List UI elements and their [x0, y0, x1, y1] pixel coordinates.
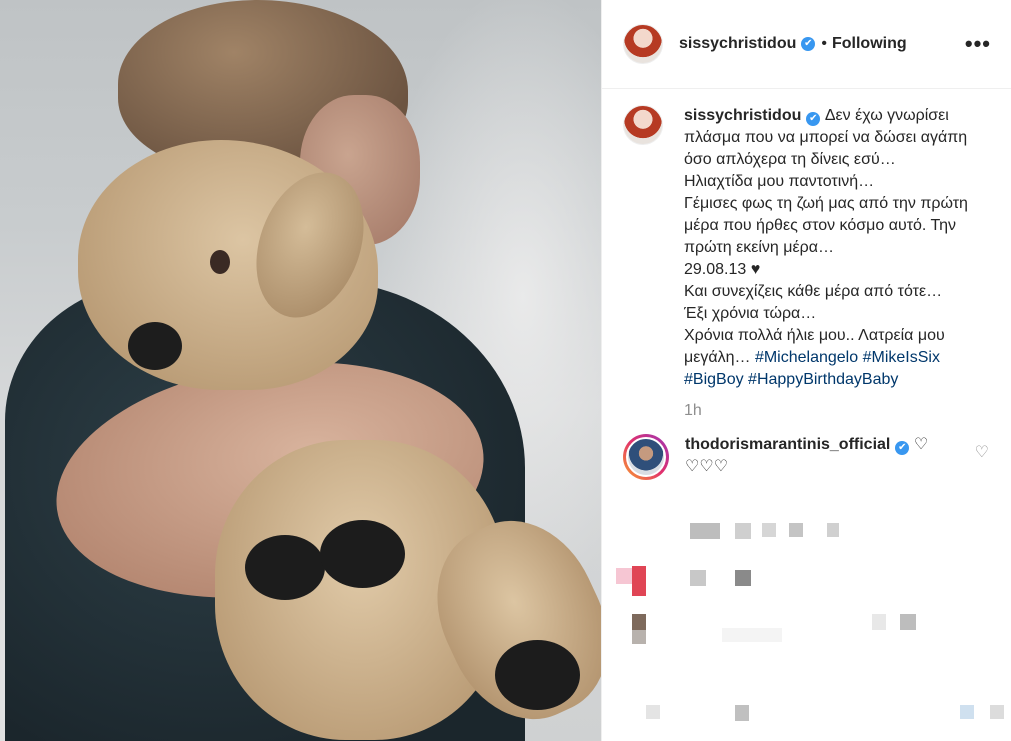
commenter-username[interactable]: thodorismarantinis_official: [685, 436, 890, 453]
pixel-block: [990, 705, 1004, 719]
pixel-block: [632, 566, 646, 596]
caption-line: Έξι χρόνια τώρα…: [684, 305, 817, 322]
post-image[interactable]: [0, 0, 601, 741]
comment-body: ♡: [913, 436, 929, 453]
bear-eye: [210, 250, 230, 274]
verified-icon: ✔: [806, 112, 821, 126]
pixel-block: [735, 705, 749, 721]
verified-icon: ✔: [895, 441, 910, 455]
commenter-avatar[interactable]: [623, 434, 669, 480]
pixel-block: [827, 523, 839, 537]
pixel-block: [646, 705, 660, 719]
pixel-block: [690, 523, 720, 539]
hashtag-link[interactable]: #HappyBirthdayBaby: [748, 371, 898, 388]
pixel-block: [616, 568, 632, 584]
post-header: sissychristidou ✔ • Following •••: [602, 0, 1011, 89]
bear-paw: [495, 640, 580, 710]
author-username[interactable]: sissychristidou: [679, 35, 796, 53]
caption-text: sissychristidou ✔ Δεν έχω γνωρίσει πλάσμα…: [684, 105, 984, 391]
hashtag-link[interactable]: #MikeIsSix: [863, 349, 940, 366]
post-timestamp[interactable]: 1h: [684, 402, 1011, 420]
comment-item: thodorismarantinis_official ✔ ♡ ♡♡♡ ♡: [602, 420, 1011, 480]
bear-nose: [128, 322, 182, 370]
pixel-block: [690, 570, 706, 586]
pixel-block: [632, 614, 646, 630]
caption-avatar[interactable]: [623, 105, 663, 145]
post-side-panel: sissychristidou ✔ • Following ••• sissyc…: [601, 0, 1011, 741]
author-avatar[interactable]: [623, 24, 663, 64]
pixel-block: [735, 570, 751, 586]
caption-line: 29.08.13 ♥: [684, 261, 761, 278]
pixel-block: [762, 523, 776, 537]
hashtag-link[interactable]: #Michelangelo: [755, 349, 858, 366]
caption-username[interactable]: sissychristidou: [684, 107, 801, 124]
comment-text: thodorismarantinis_official ✔ ♡ ♡♡♡: [685, 434, 945, 480]
verified-icon: ✔: [801, 37, 816, 51]
pixel-block: [722, 628, 782, 642]
following-button[interactable]: Following: [832, 35, 907, 53]
pixel-block: [872, 614, 886, 630]
pixel-block: [789, 523, 803, 537]
caption-line: Και συνεχίζεις κάθε μέρα από τότε…: [684, 283, 943, 300]
comment-body-line: ♡♡♡: [685, 458, 729, 475]
hashtag-link[interactable]: #BigBoy: [684, 371, 744, 388]
bear-paw: [320, 520, 405, 588]
caption-line: Γέμισες φως τη ζωή μας από την πρώτη μέρ…: [684, 195, 968, 256]
bear-paw: [245, 535, 325, 600]
more-options-icon[interactable]: •••: [965, 33, 991, 55]
pixel-block: [960, 705, 974, 719]
pixel-block: [735, 523, 751, 539]
pixel-block: [632, 630, 646, 644]
post-caption: sissychristidou ✔ Δεν έχω γνωρίσει πλάσμα…: [602, 89, 1011, 391]
pixel-block: [900, 614, 916, 630]
caption-line: Ηλιαχτίδα μου παντοτινή…: [684, 173, 875, 190]
separator-dot: •: [821, 35, 827, 52]
comment-like-heart-icon[interactable]: ♡: [975, 442, 989, 462]
